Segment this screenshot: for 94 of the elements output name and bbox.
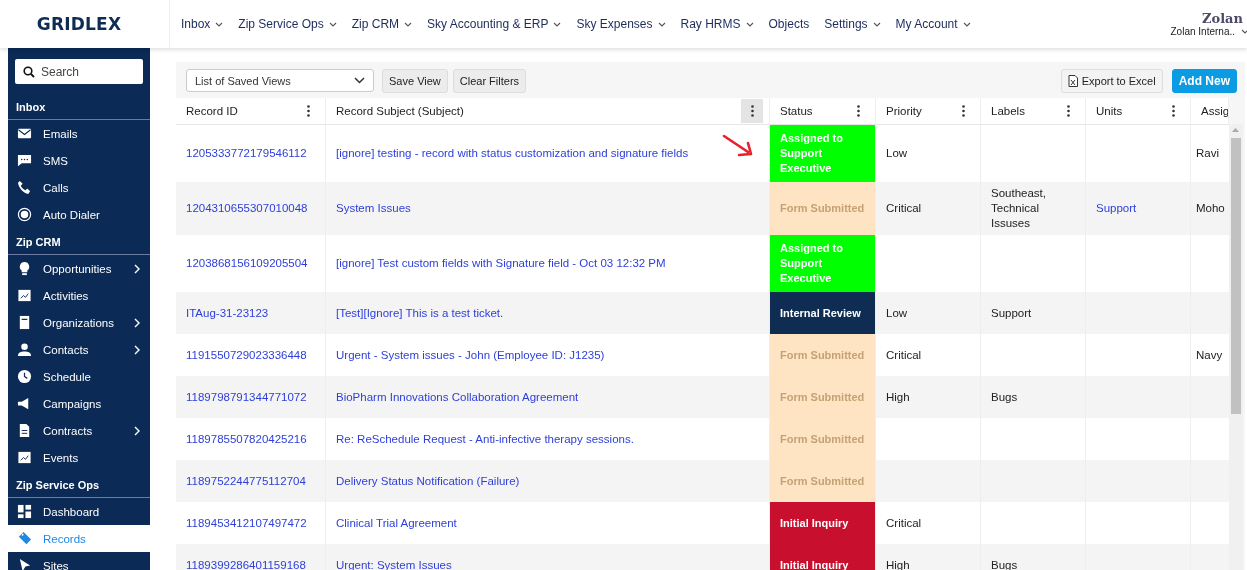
assignee-text: Ravi — [1195, 146, 1220, 161]
status-cell: Assigned to Support Executive — [770, 125, 876, 182]
nav-menu-item[interactable]: Settings — [824, 17, 881, 31]
status-cell: Form Submitted — [770, 376, 876, 418]
search-icon — [23, 65, 35, 78]
nav-menu-item[interactable]: Sky Expenses — [576, 17, 666, 31]
column-header[interactable]: Record ID — [186, 105, 238, 117]
status-cell: Initial Inquiry — [770, 544, 876, 570]
sidebar-item[interactable]: Dashboard — [8, 498, 150, 525]
labels-text: Southeast, Technical Issuses — [981, 182, 1086, 235]
column-header[interactable]: Priority — [886, 105, 922, 117]
sidebar-item[interactable]: Contracts — [8, 417, 150, 444]
nav-menu-item[interactable]: Ray HRMS — [680, 17, 754, 31]
record-id-link[interactable]: 1189798791344771072 — [176, 376, 326, 418]
sidebar-section-title: Zip Service Ops — [8, 471, 150, 498]
target-icon — [17, 207, 32, 222]
person-icon — [17, 342, 32, 357]
record-subject-link[interactable]: [Test][Ignore] This is a test ticket. — [326, 292, 770, 334]
status-cell: Form Submitted — [770, 182, 876, 235]
nav-menu-item[interactable]: Zip Service Ops — [238, 17, 337, 31]
nav-menu-item[interactable]: My Account — [895, 17, 971, 31]
assignee-text: Moho — [1191, 182, 1229, 235]
saved-views-dropdown[interactable]: List of Saved Views — [186, 69, 374, 92]
sidebar-section-title: Zip CRM — [8, 228, 150, 255]
company-name: Zolan — [1202, 11, 1243, 26]
priority-text: Low — [876, 292, 981, 334]
envelope-icon — [17, 126, 32, 141]
document-icon — [17, 315, 32, 330]
status-cell: Internal Review — [770, 292, 876, 334]
labels-text: Bugs — [981, 376, 1086, 418]
sidebar-item[interactable]: Campaigns — [8, 390, 150, 417]
status-cell: Form Submitted — [770, 460, 876, 502]
record-subject-link[interactable]: BioPharm Innovations Collaboration Agreement — [326, 376, 770, 418]
nav-menu-item[interactable]: Inbox — [181, 17, 224, 31]
chart-icon — [17, 450, 32, 465]
labels-text: Bugs — [981, 544, 1086, 570]
sidebar-item[interactable]: Events — [8, 444, 150, 471]
column-header[interactable]: Units — [1096, 105, 1123, 117]
chart-icon — [17, 288, 32, 303]
chevron-down-icon — [1241, 29, 1247, 34]
record-subject-link[interactable]: Delivery Status Notification (Failure) — [326, 460, 770, 502]
sidebar-item[interactable]: Opportunities — [8, 255, 150, 282]
search-field[interactable]: Search — [15, 59, 143, 84]
sidebar-item[interactable]: Calls — [8, 174, 150, 201]
priority-text: High — [876, 544, 981, 570]
sidebar-section-title: Inbox — [8, 93, 150, 120]
toolbar-button[interactable]: Save View — [382, 68, 448, 93]
clock-icon — [17, 369, 32, 384]
phone-icon — [17, 180, 32, 195]
excel-file-icon — [1067, 74, 1078, 87]
sidebar-item[interactable]: Activities — [8, 282, 150, 309]
assignee-text: Navy — [1195, 347, 1224, 363]
sidebar-item[interactable]: SMS — [8, 147, 150, 174]
nav-menu-item[interactable]: Objects — [768, 17, 810, 31]
nav-menu-item[interactable]: Zip CRM — [351, 17, 413, 31]
priority-text: Critical — [876, 182, 981, 235]
record-id-link[interactable]: ITAug-31-23123 — [176, 292, 326, 334]
nav-menu-item[interactable]: Sky Accounting & ERP — [427, 17, 562, 31]
sidebar-item[interactable]: Organizations — [8, 309, 150, 336]
scrollbar[interactable] — [1229, 124, 1243, 570]
sidebar-item[interactable]: Emails — [8, 120, 150, 147]
dashboard-icon — [17, 504, 32, 519]
column-header[interactable]: Assig — [1201, 105, 1228, 117]
record-id-link[interactable]: 1189752244775112704 — [176, 460, 326, 502]
status-cell: Form Submitted — [770, 418, 876, 460]
account-menu[interactable]: Zolan Interna.. — [1170, 26, 1247, 37]
sidebar-item[interactable]: Records — [8, 525, 150, 552]
priority-text: High — [876, 376, 981, 418]
column-header[interactable]: Record Subject (Subject) — [336, 105, 464, 117]
logo: GRIDLEX — [35, 14, 123, 34]
sidebar-item[interactable]: Schedule — [8, 363, 150, 390]
status-cell: Form Submitted — [770, 334, 876, 376]
chevron-down-icon — [354, 77, 365, 84]
column-header[interactable]: Labels — [991, 105, 1025, 117]
light-bulb-icon — [17, 261, 32, 276]
unit-link[interactable]: Support — [1086, 182, 1191, 235]
record-id-link[interactable]: 1189399286401159168 — [176, 544, 326, 570]
sidebar-item[interactable]: Sites — [8, 552, 150, 570]
column-header[interactable]: Status — [780, 105, 813, 117]
pointer-icon — [17, 558, 32, 570]
tag-icon — [17, 531, 32, 546]
record-id-link[interactable]: 1204310655307010048 — [176, 182, 326, 235]
record-subject-link[interactable]: System Issues — [326, 182, 770, 235]
sidebar-item[interactable]: Auto Dialer — [8, 201, 150, 228]
labels-text: Support — [981, 292, 1086, 334]
export-button[interactable]: Export to Excel — [1060, 68, 1163, 93]
status-cell: Initial Inquiry — [770, 502, 876, 544]
record-subject-link[interactable]: Urgent: System Issues — [326, 544, 770, 570]
status-cell: Assigned to Support Executive — [770, 235, 876, 292]
column-menu-icon[interactable] — [741, 99, 763, 123]
document-icon — [17, 423, 32, 438]
toolbar-button[interactable]: Clear Filters — [452, 68, 527, 93]
chat-bubble-icon — [17, 153, 32, 168]
sidebar-item[interactable]: Contacts — [8, 336, 150, 363]
